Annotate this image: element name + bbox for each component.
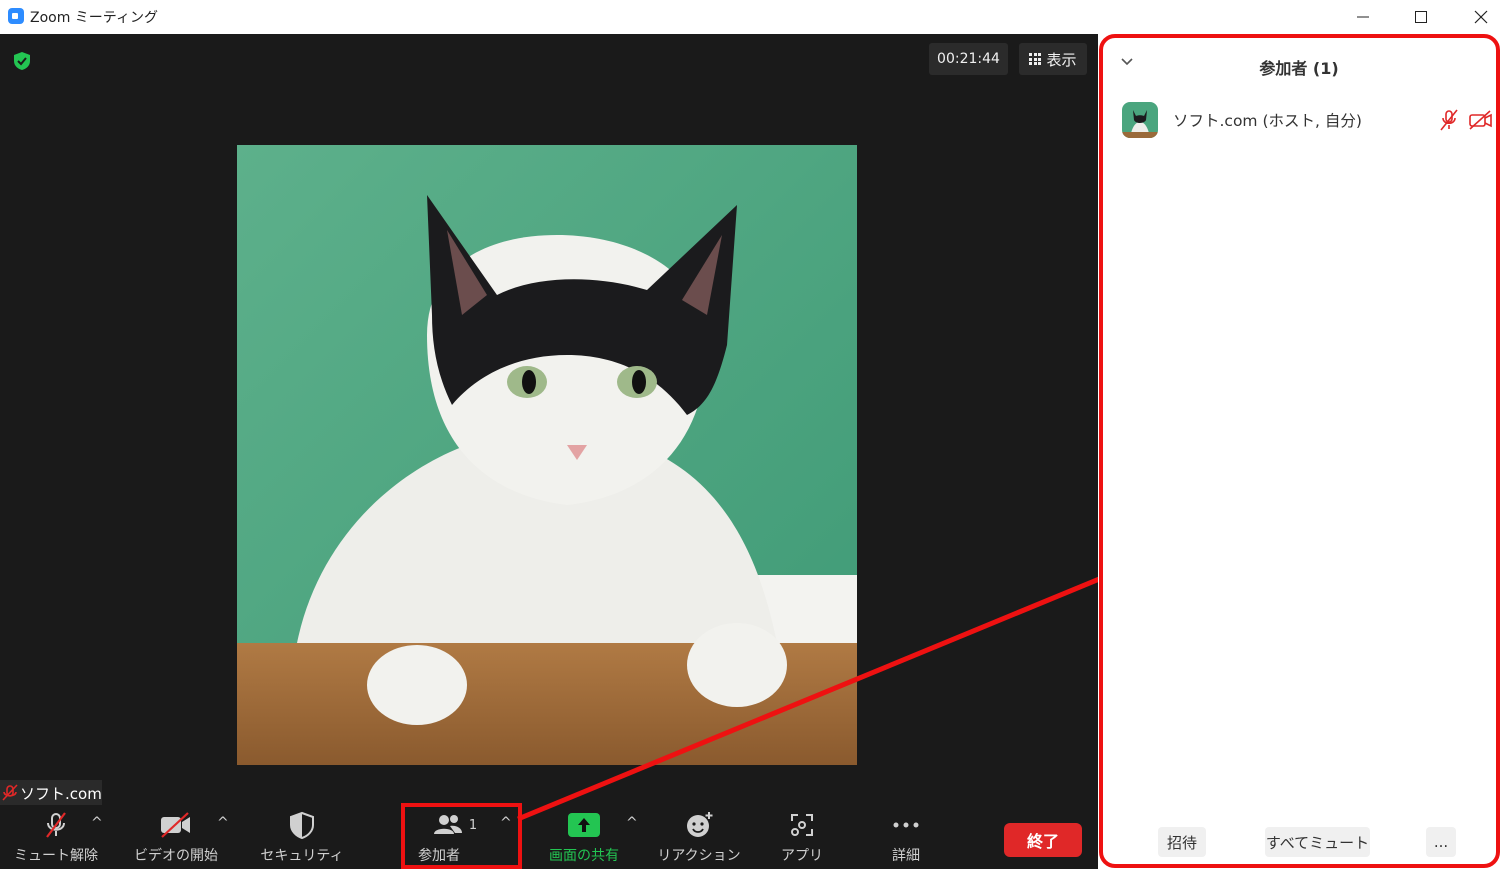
view-button[interactable]: 表示 [1019,43,1087,75]
audio-options-caret[interactable]: ^ [91,815,103,831]
close-icon [1474,10,1488,24]
panel-highlight-box [1099,34,1500,868]
maximize-button[interactable] [1398,2,1444,32]
video-off-icon [161,812,190,838]
participant-name-tag: ソフト.com [0,780,102,806]
mic-muted-icon [46,812,66,838]
grid-view-icon [1029,53,1042,65]
security-shield-icon[interactable] [12,51,32,71]
security-button[interactable]: セキュリティ [256,805,348,869]
minimize-icon [1357,16,1369,18]
zoom-app-icon [8,8,24,24]
video-options-caret[interactable]: ^ [217,815,229,831]
close-button[interactable] [1458,2,1500,32]
meeting-video-area: 00:21:44 表示 ソフト.com ミュート解除 ^ ビデオの開始 ^ セキ… [0,34,1183,869]
unmute-label: ミュート解除 [14,848,98,864]
reactions-label: リアクション [657,848,741,864]
maximize-icon [1415,11,1427,23]
start-video-label: ビデオの開始 [134,848,218,864]
shield-icon [290,811,314,840]
start-video-button[interactable]: ビデオの開始 [126,805,226,869]
share-screen-label: 画面の共有 [549,848,619,864]
annotation-arrow [517,537,1183,822]
window-title: Zoom ミーティング [30,10,158,26]
minimize-button[interactable] [1340,2,1386,32]
meeting-timer: 00:21:44 [929,43,1008,75]
window-titlebar: Zoom ミーティング [0,0,1500,34]
more-label: 詳細 [892,848,920,864]
view-label: 表示 [1046,50,1077,69]
mic-muted-icon [2,784,18,801]
participants-highlight-box [401,803,522,869]
apps-label: アプリ [781,848,823,864]
participant-name-tag-label: ソフト.com [20,784,102,803]
security-label: セキュリティ [260,848,344,864]
